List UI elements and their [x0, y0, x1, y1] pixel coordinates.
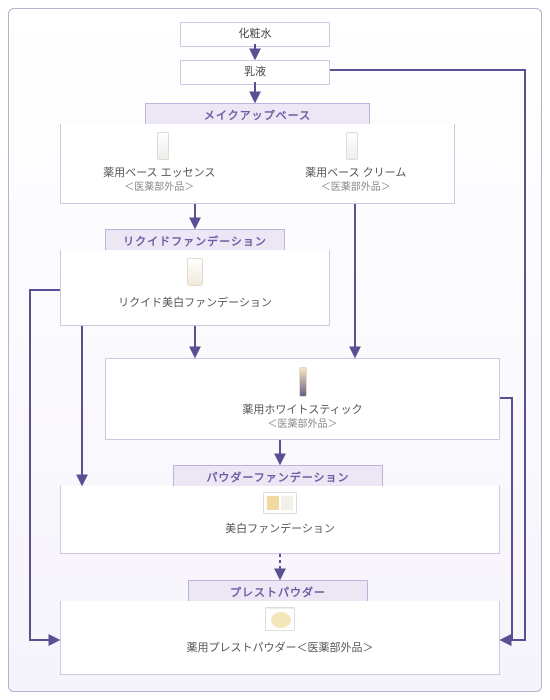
- powder-foundation-body: 美白ファンデーション: [60, 486, 500, 554]
- product-white-stick-icon: [299, 367, 307, 397]
- product-white-stick-box: 薬用ホワイトスティック ＜医薬部外品＞: [105, 358, 500, 440]
- product-base-cream-icon: [346, 132, 358, 160]
- product-base-essence: 薬用ベース エッセンス ＜医薬部外品＞: [61, 166, 258, 195]
- product-liquid-foundation-name: リクイド美白ファンデーション: [118, 297, 272, 309]
- product-pressed-powder: 薬用プレストパウダー＜医薬部外品＞: [61, 641, 499, 655]
- product-powder-foundation-name: 美白ファンデーション: [225, 523, 335, 535]
- product-base-cream-name: 薬用ベース クリーム: [305, 167, 406, 179]
- product-base-essence-name: 薬用ベース エッセンス: [103, 167, 215, 179]
- product-white-stick-note: ＜医薬部外品＞: [268, 419, 338, 430]
- step-emulsion-label: 乳液: [244, 66, 266, 78]
- product-white-stick-name: 薬用ホワイトスティック: [242, 404, 362, 416]
- product-base-essence-icon: [157, 132, 169, 160]
- product-liquid-foundation-icon: [187, 258, 203, 286]
- pressed-powder-body: 薬用プレストパウダー＜医薬部外品＞: [60, 601, 500, 675]
- product-base-cream: 薬用ベース クリーム ＜医薬部外品＞: [258, 166, 455, 195]
- liquid-foundation-body: リクイド美白ファンデーション: [60, 250, 330, 326]
- category-pressed-powder-label: プレストパウダー: [230, 587, 326, 599]
- category-powder-foundation-label: パウダーファンデーション: [206, 472, 349, 484]
- step-lotion-label: 化粧水: [239, 28, 272, 40]
- makeup-base-body: 薬用ベース エッセンス ＜医薬部外品＞ 薬用ベース クリーム ＜医薬部外品＞: [60, 124, 455, 204]
- product-pressed-powder-icon: [265, 607, 295, 631]
- product-powder-foundation-icon: [263, 492, 297, 514]
- step-lotion: 化粧水: [180, 22, 330, 47]
- category-makeup-base-label: メイクアップベース: [204, 110, 311, 122]
- step-emulsion: 乳液: [180, 60, 330, 85]
- product-liquid-foundation: リクイド美白ファンデーション: [61, 296, 329, 310]
- product-white-stick: 薬用ホワイトスティック ＜医薬部外品＞: [106, 403, 499, 432]
- product-pressed-powder-name: 薬用プレストパウダー＜医薬部外品＞: [187, 642, 374, 654]
- product-base-cream-note: ＜医薬部外品＞: [321, 182, 391, 193]
- product-base-essence-note: ＜医薬部外品＞: [124, 182, 194, 193]
- category-liquid-foundation-label: リクイドファンデーション: [123, 236, 267, 248]
- product-powder-foundation: 美白ファンデーション: [61, 522, 499, 536]
